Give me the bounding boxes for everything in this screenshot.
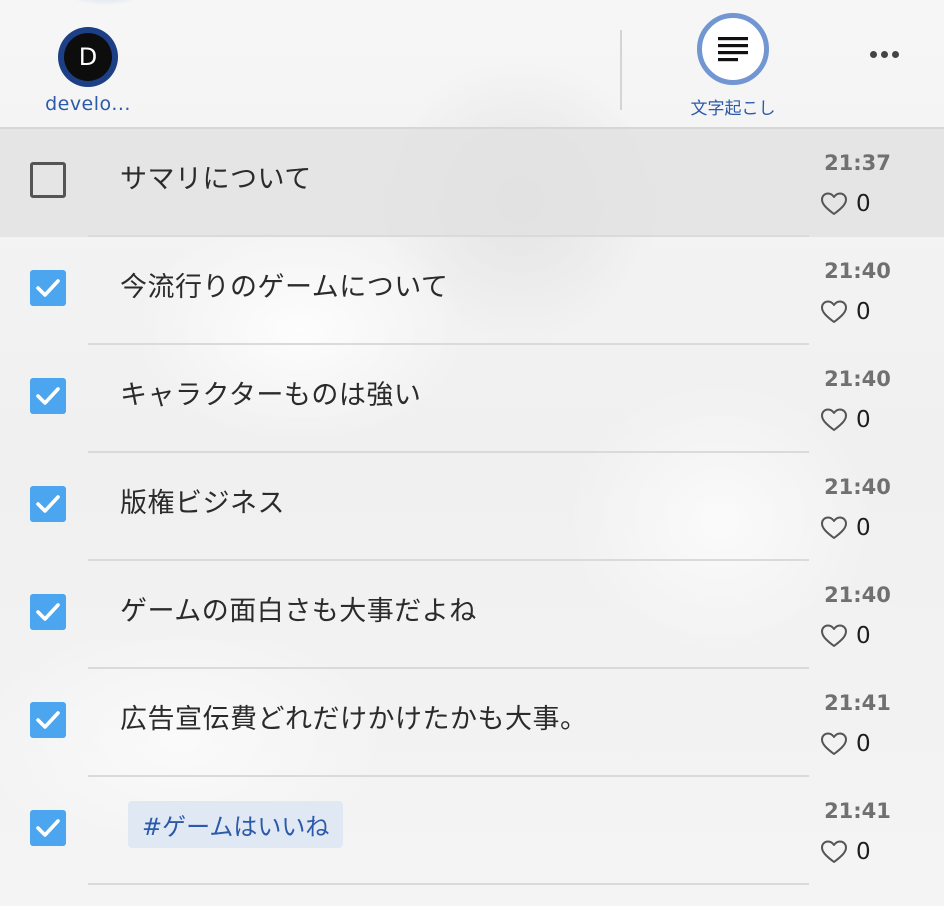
checkbox-unchecked[interactable] bbox=[30, 162, 66, 198]
heart-outline-icon bbox=[821, 732, 847, 755]
checkbox-checked[interactable] bbox=[30, 810, 66, 846]
transcribe-icon-ring[interactable] bbox=[697, 13, 769, 85]
checkmark-icon bbox=[36, 819, 60, 837]
checkmark-icon bbox=[36, 279, 60, 297]
item-list: サマリについて 21:37 0 今流行りのゲームについて 21:40 0 キャラクターものは… bbox=[0, 129, 944, 885]
like-count: 0 bbox=[856, 407, 871, 433]
checkmark-icon bbox=[36, 387, 60, 405]
list-item[interactable]: 今流行りのゲームについて 21:40 0 bbox=[0, 237, 944, 345]
avatar-initial: D bbox=[64, 33, 112, 81]
transcribe-button[interactable]: 文字起こし bbox=[678, 13, 788, 119]
item-text: 広告宣伝費どれだけかけたかも大事。 bbox=[120, 704, 588, 735]
like-button[interactable]: 0 bbox=[820, 407, 871, 433]
heart-outline-icon bbox=[821, 516, 847, 539]
item-text: 版権ビジネス bbox=[120, 488, 285, 519]
item-time: 21:41 bbox=[824, 691, 891, 715]
item-text: ゲームの面白さも大事だよね bbox=[120, 596, 477, 627]
user-name: develo... bbox=[45, 93, 131, 115]
more-horizontal-icon-dot bbox=[891, 50, 899, 58]
heart-outline-icon bbox=[821, 408, 847, 431]
checkmark-icon bbox=[36, 495, 60, 513]
list-item[interactable]: ゲームの面白さも大事だよね 21:40 0 bbox=[0, 561, 944, 669]
more-horizontal-icon-dot bbox=[869, 50, 877, 58]
item-time: 21:40 bbox=[824, 259, 891, 283]
like-button[interactable]: 0 bbox=[820, 623, 871, 649]
heart-outline-icon bbox=[821, 624, 847, 647]
checkbox-checked[interactable] bbox=[30, 702, 66, 738]
list-item[interactable]: サマリについて 21:37 0 bbox=[0, 129, 944, 237]
avatar[interactable]: D bbox=[58, 27, 118, 87]
like-button[interactable]: 0 bbox=[820, 731, 871, 757]
checkbox-checked[interactable] bbox=[30, 486, 66, 522]
heart-outline-icon bbox=[821, 300, 847, 323]
row-divider bbox=[88, 883, 809, 885]
like-count: 0 bbox=[856, 623, 871, 649]
heart-outline-icon bbox=[821, 840, 847, 863]
checkmark-icon bbox=[36, 603, 60, 621]
list-item[interactable]: 版権ビジネス 21:40 0 bbox=[0, 453, 944, 561]
header-bar: D develo... 文字起こし bbox=[0, 0, 944, 129]
lines-text-icon bbox=[718, 37, 748, 62]
list-item[interactable]: #ゲームはいいね 21:41 0 bbox=[0, 777, 944, 885]
checkmark-icon bbox=[36, 711, 60, 729]
like-button[interactable]: 0 bbox=[820, 515, 871, 541]
list-item[interactable]: キャラクターものは強い 21:40 0 bbox=[0, 345, 944, 453]
more-horizontal-icon-dot bbox=[880, 50, 888, 58]
item-time: 21:40 bbox=[824, 583, 891, 607]
checkbox-checked[interactable] bbox=[30, 378, 66, 414]
item-time: 21:40 bbox=[824, 367, 891, 391]
item-time: 21:40 bbox=[824, 475, 891, 499]
more-options-button[interactable] bbox=[862, 42, 906, 66]
item-time: 21:37 bbox=[824, 151, 891, 175]
checkbox-checked[interactable] bbox=[30, 270, 66, 306]
transcribe-label: 文字起こし bbox=[690, 99, 776, 119]
item-time: 21:41 bbox=[824, 799, 891, 823]
hashtag-chip[interactable]: #ゲームはいいね bbox=[128, 801, 344, 848]
like-count: 0 bbox=[856, 839, 871, 865]
like-button[interactable]: 0 bbox=[820, 191, 871, 217]
like-count: 0 bbox=[856, 515, 871, 541]
item-text: サマリについて bbox=[120, 164, 312, 195]
heart-outline-icon bbox=[821, 192, 847, 215]
header-divider bbox=[620, 30, 622, 110]
checkbox-checked[interactable] bbox=[30, 594, 66, 630]
like-count: 0 bbox=[856, 731, 871, 757]
user-profile[interactable]: D develo... bbox=[36, 27, 140, 115]
like-count: 0 bbox=[856, 299, 871, 325]
like-button[interactable]: 0 bbox=[820, 839, 871, 865]
item-text: キャラクターものは強い bbox=[120, 380, 422, 411]
like-count: 0 bbox=[856, 191, 871, 217]
list-item[interactable]: 広告宣伝費どれだけかけたかも大事。 21:41 0 bbox=[0, 669, 944, 777]
item-text: 今流行りのゲームについて bbox=[120, 272, 449, 303]
like-button[interactable]: 0 bbox=[820, 299, 871, 325]
